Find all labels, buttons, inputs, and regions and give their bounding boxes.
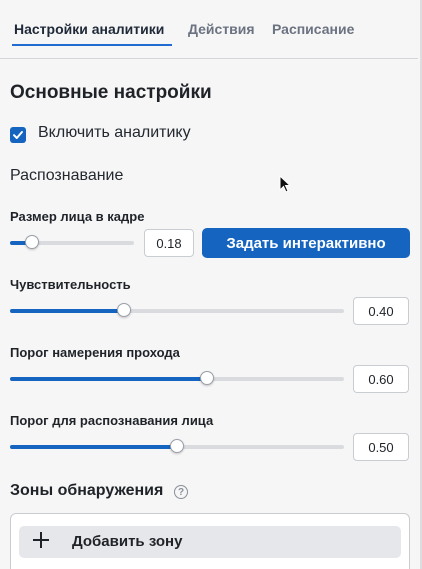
- slider-thumb[interactable]: [200, 371, 215, 385]
- sensitivity-value[interactable]: 0.40: [353, 297, 409, 325]
- slider-fill: [10, 377, 208, 381]
- add-zone-button[interactable]: Добавить зону: [19, 526, 401, 558]
- enable-analytics-checkbox[interactable]: [10, 127, 26, 143]
- enable-analytics-label[interactable]: Включить аналитику: [38, 124, 191, 142]
- face-size-value[interactable]: 0.18: [144, 229, 194, 257]
- recognition-group-label: Распознавание: [10, 167, 124, 184]
- face-threshold-label: Порог для распознавания лица: [10, 413, 214, 428]
- section-title: Основные настройки: [10, 82, 212, 103]
- slider-fill: [10, 309, 124, 313]
- face-size-label: Размер лица в кадре: [10, 209, 145, 224]
- pass-threshold-label: Порог намерения прохода: [10, 345, 180, 360]
- pass-threshold-value[interactable]: 0.60: [353, 365, 409, 393]
- face-size-slider[interactable]: [10, 235, 134, 249]
- detection-zones-panel: Добавить зону: [10, 513, 410, 569]
- detection-zones-title: Зоны обнаружения: [10, 482, 164, 499]
- face-threshold-value[interactable]: 0.50: [353, 433, 409, 461]
- face-threshold-slider[interactable]: [10, 439, 344, 453]
- check-icon: [13, 131, 23, 139]
- add-zone-label: Добавить зону: [72, 533, 183, 550]
- tab-actions[interactable]: Действия: [188, 21, 255, 37]
- slider-thumb[interactable]: [170, 439, 184, 453]
- tab-schedule[interactable]: Расписание: [272, 21, 354, 37]
- sensitivity-label: Чувствительность: [10, 277, 131, 292]
- slider-fill: [10, 445, 177, 449]
- slider-thumb[interactable]: [116, 303, 131, 317]
- plus-icon: [33, 532, 49, 548]
- tab-bar: Настройки аналитики Действия Расписание: [0, 0, 418, 59]
- pass-threshold-slider[interactable]: [10, 371, 344, 385]
- slider-thumb[interactable]: [25, 235, 40, 249]
- help-icon[interactable]: ?: [174, 485, 188, 499]
- mouse-cursor-icon: [279, 175, 291, 193]
- set-interactively-button[interactable]: Задать интерактивно: [202, 228, 410, 258]
- active-tab-indicator: [12, 44, 172, 46]
- tab-analytics-settings[interactable]: Настройки аналитики: [14, 21, 164, 37]
- sensitivity-slider[interactable]: [10, 303, 344, 317]
